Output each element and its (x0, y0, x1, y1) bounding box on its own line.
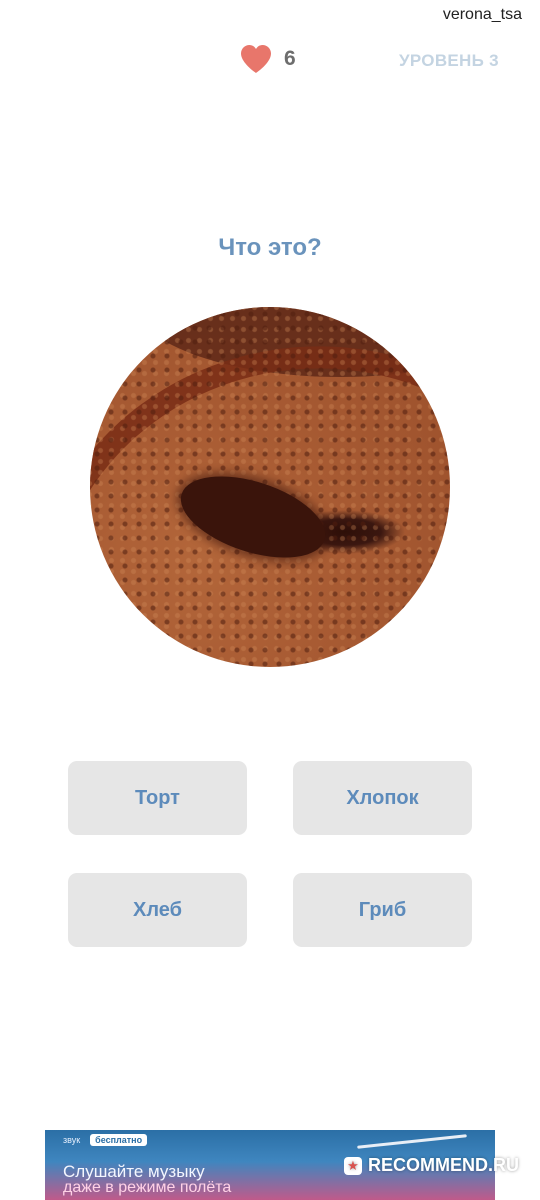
level-indicator: УРОВЕНЬ 3 (399, 51, 499, 70)
ad-brand: звук (63, 1135, 81, 1145)
heart-icon (241, 45, 271, 73)
answer-button-2[interactable]: Хлопок (293, 761, 472, 835)
ad-subheadline: даже в режиме полёта (63, 1179, 232, 1196)
username-label: verona_tsa (442, 6, 522, 23)
answer-button-4[interactable]: Гриб (293, 873, 472, 947)
airplane-icon (357, 1134, 467, 1149)
recommend-logo-icon: ★ (344, 1156, 362, 1175)
answer-button-1[interactable]: Торт (68, 761, 247, 835)
answer-button-3[interactable]: Хлеб (68, 873, 247, 947)
lives-counter: 6 (240, 44, 296, 74)
question-title: Что это? (218, 234, 322, 261)
ad-badge: бесплатно (90, 1134, 148, 1146)
ad-header: звук бесплатно (63, 1134, 148, 1146)
lives-count: 6 (284, 47, 296, 70)
quiz-image (90, 307, 450, 667)
watermark: ★ RECOMMEND.RU (344, 1155, 519, 1176)
watermark-text: RECOMMEND.RU (368, 1155, 519, 1175)
